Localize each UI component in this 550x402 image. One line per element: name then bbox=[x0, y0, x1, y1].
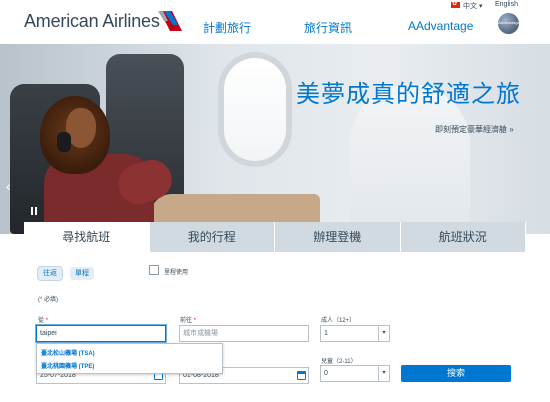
carousel-prev-arrow-icon[interactable]: ‹ bbox=[6, 178, 11, 194]
use-miles-label: 里程使用 bbox=[164, 270, 189, 276]
hero-premium-economy-link[interactable]: 即刻預定豪華經濟艙 » bbox=[435, 124, 514, 135]
aadvantage-badge-text: AAdvantage bbox=[498, 20, 520, 25]
required-note-text: 必填 bbox=[44, 297, 57, 303]
nav-travel-info[interactable]: 旅行資訊 bbox=[304, 19, 352, 36]
use-miles-checkbox[interactable] bbox=[149, 265, 159, 275]
language-selector[interactable]: 中文 ▾ bbox=[463, 1, 482, 11]
suggestion-item[interactable]: 臺北桃園機場 (TPE) bbox=[41, 361, 94, 370]
from-label: 從 * bbox=[38, 315, 48, 324]
chevron-down-icon: ▾ bbox=[378, 326, 389, 341]
aadvantage-badge-icon[interactable]: AAdvantage bbox=[498, 13, 520, 34]
language-english-link[interactable]: English bbox=[495, 1, 518, 8]
to-label: 前往 * bbox=[180, 315, 196, 324]
from-input[interactable]: taipei bbox=[36, 325, 166, 342]
site-header: American Airlines 計劃旅行 旅行資訊 AAdvantage 中… bbox=[0, 0, 550, 44]
flight-symbol-logo-icon[interactable] bbox=[158, 9, 184, 33]
tab-my-trips[interactable]: 我的行程 bbox=[149, 222, 275, 252]
headphones-icon bbox=[57, 132, 71, 152]
booking-tabs: 尋找航班 我的行程 辦理登機 航班狀況 bbox=[24, 222, 526, 252]
chevron-down-icon: ▾ bbox=[378, 366, 389, 381]
from-label-text: 從 bbox=[38, 318, 45, 324]
tab-flight-status[interactable]: 航班狀況 bbox=[400, 222, 526, 252]
tab-check-in[interactable]: 辦理登機 bbox=[275, 222, 401, 252]
required-asterisk: * bbox=[193, 318, 197, 324]
hong-kong-flag-icon bbox=[451, 0, 460, 8]
required-asterisk: * bbox=[40, 297, 43, 303]
from-suggestions-dropdown: 臺北松山機場 (TSA) 臺北桃園機場 (TPE) bbox=[36, 343, 223, 374]
children-label: 兒童（2-11） bbox=[321, 359, 357, 365]
hero-banner[interactable]: 美夢成真的舒適之旅 即刻預定豪華經濟艙 » ‹ bbox=[0, 44, 550, 234]
tab-find-flights[interactable]: 尋找航班 bbox=[24, 222, 150, 252]
adults-label: 成人（12+） bbox=[321, 318, 356, 324]
required-note: (* 必填) bbox=[38, 297, 59, 303]
required-asterisk: * bbox=[45, 318, 49, 324]
adults-value: 1 bbox=[324, 330, 328, 337]
search-button[interactable]: 搜索 bbox=[401, 365, 511, 382]
calendar-icon[interactable] bbox=[297, 371, 306, 380]
suggestion-item[interactable]: 臺北松山機場 (TSA) bbox=[41, 348, 95, 357]
nav-aadvantage[interactable]: AAdvantage bbox=[408, 19, 473, 33]
to-input[interactable]: 城市或機場 bbox=[179, 325, 309, 342]
children-select[interactable]: 0 ▾ bbox=[320, 365, 390, 382]
hero-title: 美夢成真的舒適之旅 bbox=[296, 80, 521, 108]
children-value: 0 bbox=[324, 370, 328, 377]
adults-select[interactable]: 1 ▾ bbox=[320, 325, 390, 342]
one-way-toggle[interactable]: 單程 bbox=[70, 267, 94, 280]
carousel-pause-icon[interactable] bbox=[30, 207, 38, 215]
flight-search-form: 往返 單程 里程使用 (* 必填) 從 * taipei 臺北松山機場 (TSA… bbox=[24, 252, 526, 402]
to-label-text: 前往 bbox=[180, 318, 193, 324]
logo-text[interactable]: American Airlines bbox=[24, 11, 160, 32]
cabin-window bbox=[218, 52, 292, 167]
nav-plan-travel[interactable]: 計劃旅行 bbox=[203, 19, 251, 36]
round-trip-toggle[interactable]: 往返 bbox=[38, 267, 62, 280]
